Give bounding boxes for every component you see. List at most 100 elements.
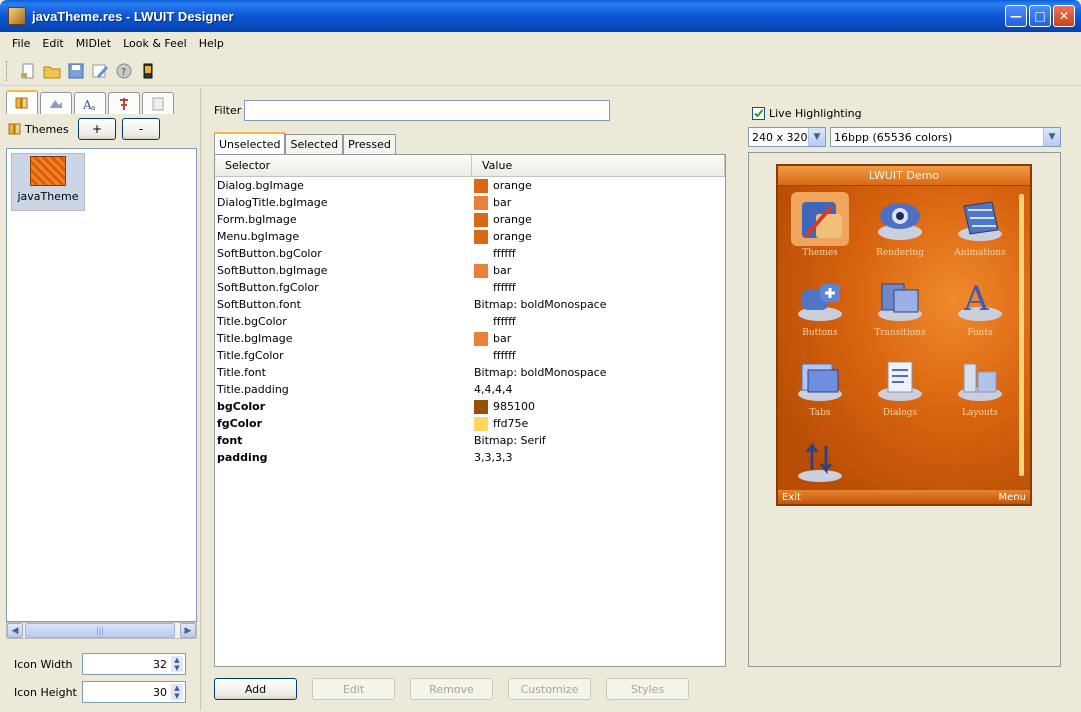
- splitter[interactable]: [200, 88, 204, 710]
- add-theme-button[interactable]: +: [78, 118, 116, 140]
- save-button[interactable]: [66, 61, 86, 81]
- table-row[interactable]: fgColor ffd75e: [215, 415, 725, 432]
- resolution-select[interactable]: 240 x 320 ▼: [748, 127, 826, 147]
- table-row[interactable]: Title.bgImage bar: [215, 330, 725, 347]
- left-panel: Aa Themes + - javaTheme ◀ ||| ▶ Icon Wid…: [6, 90, 197, 706]
- fonts-tab-icon: Aa: [82, 98, 95, 112]
- tab-localization[interactable]: [108, 92, 140, 114]
- fonts-icon: A: [958, 279, 1002, 321]
- column-header-selector[interactable]: Selector: [215, 155, 472, 176]
- open-button[interactable]: [42, 61, 62, 81]
- filter-input[interactable]: [244, 99, 610, 121]
- tab-images[interactable]: [40, 92, 72, 114]
- close-button[interactable]: ✕: [1053, 5, 1075, 27]
- value-cell: 985100: [472, 399, 725, 414]
- table-row[interactable]: Menu.bgImage orange: [215, 228, 725, 245]
- menu-midlet[interactable]: MIDlet: [70, 37, 117, 50]
- value-text: Bitmap: boldMonospace: [474, 366, 607, 379]
- customize-button[interactable]: Customize: [508, 678, 591, 700]
- table-row[interactable]: padding 3,3,3,3: [215, 449, 725, 466]
- table-row[interactable]: Title.bgColor ffffff: [215, 313, 725, 330]
- help-button[interactable]: ?: [114, 61, 134, 81]
- phone-menu-item[interactable]: Dialogs: [864, 352, 936, 430]
- table-row[interactable]: Title.fgColor ffffff: [215, 347, 725, 364]
- chevron-down-icon[interactable]: ▼: [808, 128, 825, 146]
- phone-menu-item[interactable]: Tabs: [784, 352, 856, 430]
- images-tab-icon: [50, 99, 62, 108]
- menu-help[interactable]: Help: [193, 37, 230, 50]
- color-depth-select[interactable]: 16bpp (65536 colors) ▼: [830, 127, 1061, 147]
- value-text: 985100: [493, 400, 535, 413]
- add-button[interactable]: Add: [214, 678, 297, 700]
- phone-menu-item[interactable]: Buttons: [784, 272, 856, 350]
- icon-height-value[interactable]: 30: [153, 686, 171, 699]
- phone-menu-item[interactable]: Animations: [944, 192, 1016, 270]
- phone-menu-item[interactable]: Layouts: [944, 352, 1016, 430]
- phone-menu-item[interactable]: Rendering: [864, 192, 936, 270]
- remove-button[interactable]: Remove: [410, 678, 493, 700]
- value-text: ffffff: [493, 349, 516, 362]
- table-row[interactable]: SoftButton.bgColor ffffff: [215, 245, 725, 262]
- phone-menu-item[interactable]: A Fonts: [944, 272, 1016, 350]
- color-swatch: [474, 280, 488, 295]
- styles-button[interactable]: Styles: [606, 678, 689, 700]
- color-swatch: [474, 229, 488, 244]
- color-swatch: [474, 195, 488, 210]
- phone-menu-label: Fonts: [967, 328, 993, 338]
- tab-selected[interactable]: Selected: [285, 134, 344, 154]
- softkey-right[interactable]: Menu: [999, 492, 1026, 503]
- tab-pressed[interactable]: Pressed: [343, 134, 396, 154]
- spinner-arrows-icon[interactable]: ▲ ▼: [171, 684, 183, 700]
- edit-button[interactable]: Edit: [312, 678, 395, 700]
- table-row[interactable]: font Bitmap: Serif: [215, 432, 725, 449]
- scroll-thumb[interactable]: |||: [25, 623, 175, 638]
- tab-data[interactable]: [142, 92, 174, 114]
- color-swatch: [474, 178, 488, 193]
- icon-width-spinner[interactable]: 32 ▲ ▼: [82, 653, 186, 675]
- table-row[interactable]: Form.bgImage orange: [215, 211, 725, 228]
- tab-unselected[interactable]: Unselected: [214, 132, 286, 154]
- phone-preview[interactable]: LWUIT Demo Themes Rendering Animations Butt…: [776, 164, 1032, 506]
- phone-menu-item[interactable]: Transitions: [864, 272, 936, 350]
- value-cell: ffd75e: [472, 416, 725, 431]
- scroll-left-icon[interactable]: ◀: [7, 623, 23, 638]
- scroll-right-icon[interactable]: ▶: [180, 623, 196, 638]
- value-text: bar: [493, 264, 512, 277]
- icon-width-value[interactable]: 32: [153, 658, 171, 671]
- softkey-left[interactable]: Exit: [782, 492, 801, 503]
- menu-look-and-feel[interactable]: Look & Feel: [117, 37, 193, 50]
- edit-button[interactable]: [90, 61, 110, 81]
- table-row[interactable]: Title.font Bitmap: boldMonospace: [215, 364, 725, 381]
- remove-theme-button[interactable]: -: [122, 118, 160, 140]
- table-row[interactable]: DialogTitle.bgImage bar: [215, 194, 725, 211]
- menu-file[interactable]: File: [6, 37, 36, 50]
- value-text: Bitmap: Serif: [474, 434, 546, 447]
- tab-fonts[interactable]: Aa: [74, 92, 106, 114]
- table-row[interactable]: SoftButton.bgImage bar: [215, 262, 725, 279]
- color-swatch: [474, 331, 488, 346]
- table-row[interactable]: bgColor 985100: [215, 398, 725, 415]
- maximize-button[interactable]: □: [1029, 5, 1051, 27]
- table-row[interactable]: SoftButton.fgColor ffffff: [215, 279, 725, 296]
- action-buttons: Add Edit Remove Customize Styles: [214, 678, 689, 700]
- table-row[interactable]: Dialog.bgImage orange: [215, 177, 725, 194]
- new-button[interactable]: [18, 61, 38, 81]
- tab-themes[interactable]: [6, 90, 38, 114]
- phone-menu-label: Tabs: [809, 408, 831, 418]
- phone-menu-item[interactable]: Themes: [784, 192, 856, 270]
- table-row[interactable]: SoftButton.font Bitmap: boldMonospace: [215, 296, 725, 313]
- menu-edit[interactable]: Edit: [36, 37, 69, 50]
- theme-item[interactable]: javaTheme: [11, 153, 85, 211]
- layouts-icon: [958, 363, 1002, 401]
- chevron-down-icon[interactable]: ▼: [1043, 128, 1060, 146]
- value-cell: bar: [472, 195, 725, 210]
- column-header-value[interactable]: Value: [472, 155, 725, 176]
- icon-height-spinner[interactable]: 30 ▲ ▼: [82, 681, 186, 703]
- phone-menu-label: Animations: [954, 248, 1006, 258]
- minimize-button[interactable]: —: [1005, 5, 1027, 27]
- live-highlighting-checkbox[interactable]: [752, 107, 765, 120]
- spinner-arrows-icon[interactable]: ▲ ▼: [171, 656, 183, 672]
- preview-button[interactable]: [138, 61, 158, 81]
- table-row[interactable]: Title.padding 4,4,4,4: [215, 381, 725, 398]
- horizontal-scrollbar[interactable]: ◀ ||| ▶: [6, 622, 197, 639]
